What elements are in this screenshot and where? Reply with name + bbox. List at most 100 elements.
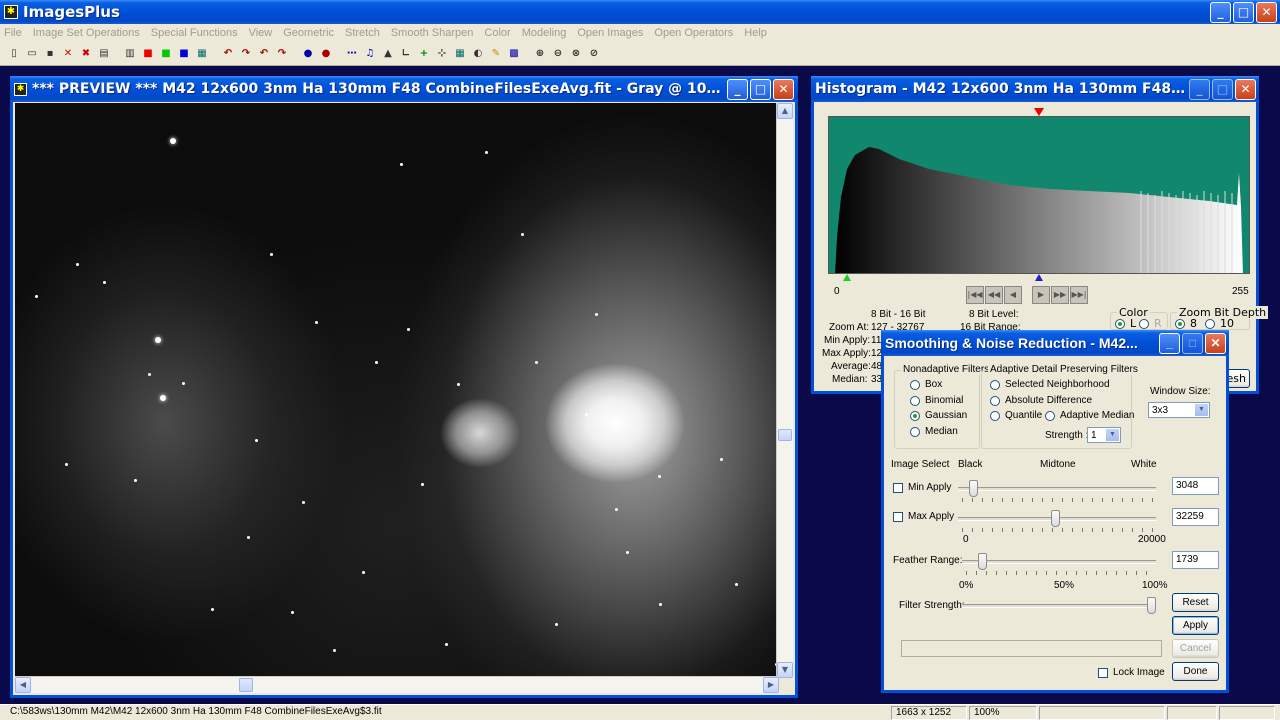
zoom-out-icon[interactable]: ⊖ [550, 46, 566, 62]
maximize-icon[interactable]: □ [1182, 332, 1203, 354]
redo-all-icon[interactable]: ↷ [274, 46, 290, 62]
minimize-icon[interactable]: _ [727, 78, 748, 100]
strength-select[interactable]: 1 ▼ [1087, 427, 1121, 443]
max-apply-slider[interactable] [1050, 510, 1060, 527]
dots-icon[interactable]: ⋯ [344, 46, 360, 62]
chevron-down-icon[interactable]: ▼ [1106, 429, 1119, 441]
black-point-marker-icon[interactable] [843, 274, 851, 281]
menu-open-operators[interactable]: Open Operators [654, 27, 733, 39]
adaptive-median-radio[interactable]: Adaptive Median [1045, 410, 1135, 421]
crosshair-icon[interactable]: + [416, 46, 432, 62]
step-forward-icon[interactable]: ▶ [1032, 286, 1050, 304]
app-titlebar[interactable]: ✱ ImagesPlus _ □ ✕ [0, 0, 1280, 24]
last-icon[interactable]: ▶▶| [1070, 286, 1088, 304]
window-size-select[interactable]: 3x3 ▼ [1148, 402, 1210, 418]
save-icon[interactable]: ▪ [42, 46, 58, 62]
undo-all-icon[interactable]: ↶ [256, 46, 272, 62]
green-channel-icon[interactable]: ■ [158, 46, 174, 62]
gray-icon[interactable]: ▦ [194, 46, 210, 62]
maximize-icon[interactable]: □ [1233, 1, 1254, 23]
axis-icon[interactable]: ∟ [398, 46, 414, 62]
smoothing-dialog[interactable]: Smoothing & Noise Reduction - M42... _ □… [881, 330, 1229, 693]
color-r-radio[interactable]: R [1139, 317, 1162, 330]
scroll-down-icon[interactable]: ▼ [777, 662, 793, 678]
zoom-8-radio[interactable]: 8 [1175, 317, 1197, 330]
menu-file[interactable]: File [4, 27, 22, 39]
close-image-icon[interactable]: ✕ [60, 46, 76, 62]
scroll-left-icon[interactable]: ◀ [15, 677, 31, 693]
pencil-icon[interactable]: ✎ [488, 46, 504, 62]
smoothing-titlebar[interactable]: Smoothing & Noise Reduction - M42... _ □… [881, 330, 1229, 356]
rewind-icon[interactable]: ◀◀ [985, 286, 1003, 304]
menu-special-functions[interactable]: Special Functions [151, 27, 238, 39]
vertical-scrollbar[interactable]: ▲ ▼ [776, 103, 793, 678]
point-alt-icon[interactable]: ● [318, 46, 334, 62]
first-icon[interactable]: |◀◀ [966, 286, 984, 304]
menu-geometric[interactable]: Geometric [283, 27, 334, 39]
fast-forward-icon[interactable]: ▶▶ [1051, 286, 1069, 304]
close-icon[interactable]: ✕ [1235, 78, 1256, 100]
red-channel-icon[interactable]: ■ [140, 46, 156, 62]
menu-smooth-sharpen[interactable]: Smooth Sharpen [391, 27, 474, 39]
min-apply-slider[interactable] [969, 480, 979, 497]
menu-stretch[interactable]: Stretch [345, 27, 380, 39]
quantile-radio[interactable]: Quantile [990, 410, 1042, 421]
preview-titlebar[interactable]: ✱ *** PREVIEW *** M42 12x600 3nm Ha 130m… [10, 76, 798, 102]
horizontal-scrollbar[interactable]: ◀ ▶ [15, 676, 779, 693]
done-button[interactable]: Done [1172, 662, 1219, 681]
max-apply-checkbox[interactable]: Max Apply [893, 511, 954, 522]
apply-button[interactable]: Apply [1172, 616, 1219, 635]
matrix-icon[interactable]: ▩ [506, 46, 522, 62]
zoom-10-radio[interactable]: 10 [1205, 317, 1234, 330]
print-icon[interactable]: ▤ [96, 46, 112, 62]
minimize-icon[interactable]: _ [1210, 1, 1231, 23]
absolute-difference-radio[interactable]: Absolute Difference [990, 395, 1092, 406]
vertical-scroll-thumb[interactable] [778, 429, 792, 441]
new-icon[interactable]: ▯ [6, 46, 22, 62]
preview-window[interactable]: ✱ *** PREVIEW *** M42 12x600 3nm Ha 130m… [10, 76, 798, 698]
notes-icon[interactable]: ♫ [362, 46, 378, 62]
palette-icon[interactable]: ◐ [470, 46, 486, 62]
chevron-down-icon[interactable]: ▼ [1195, 404, 1208, 416]
minimize-icon[interactable]: _ [1159, 332, 1180, 354]
open-icon[interactable]: ▭ [24, 46, 40, 62]
color-l-radio[interactable]: L [1115, 317, 1136, 330]
histogram-titlebar[interactable]: Histogram - M42 12x600 3nm Ha 130mm F48 … [811, 76, 1259, 102]
horizontal-scroll-thumb[interactable] [239, 678, 253, 692]
step-back-icon[interactable]: ◀ [1004, 286, 1022, 304]
rgb-icon[interactable]: ▥ [122, 46, 138, 62]
zoom-actual-icon[interactable]: ⊘ [586, 46, 602, 62]
delete-icon[interactable]: ✖ [78, 46, 94, 62]
selected-neighborhood-radio[interactable]: Selected Neighborhood [990, 379, 1110, 390]
feather-slider[interactable] [978, 553, 988, 570]
white-point-marker-icon[interactable] [1035, 274, 1043, 281]
close-icon[interactable]: ✕ [1205, 332, 1226, 354]
maximize-icon[interactable]: □ [1212, 78, 1233, 100]
midpoint-marker-icon[interactable] [1034, 108, 1044, 116]
histogram-plot[interactable] [828, 116, 1250, 274]
zoom-in-icon[interactable]: ⊕ [532, 46, 548, 62]
lock-image-checkbox[interactable]: Lock Image [1098, 667, 1165, 678]
menu-open-images[interactable]: Open Images [577, 27, 643, 39]
menu-view[interactable]: View [249, 27, 273, 39]
menu-color[interactable]: Color [484, 27, 510, 39]
min-apply-value[interactable]: 3048 [1172, 477, 1219, 495]
cancel-button[interactable]: Cancel [1172, 639, 1219, 658]
scroll-up-icon[interactable]: ▲ [777, 103, 793, 119]
point-icon[interactable]: ● [300, 46, 316, 62]
nebula-image[interactable] [15, 103, 779, 678]
menu-modeling[interactable]: Modeling [522, 27, 567, 39]
gaussian-radio[interactable]: Gaussian [910, 410, 967, 421]
close-icon[interactable]: ✕ [1256, 1, 1277, 23]
close-icon[interactable]: ✕ [773, 78, 794, 100]
blue-channel-icon[interactable]: ■ [176, 46, 192, 62]
triangle-icon[interactable]: ▲ [380, 46, 396, 62]
minimize-icon[interactable]: _ [1189, 78, 1210, 100]
menu-image-set-operations[interactable]: Image Set Operations [33, 27, 140, 39]
zoom-fit-icon[interactable]: ⊗ [568, 46, 584, 62]
feather-value[interactable]: 1739 [1172, 551, 1219, 569]
undo-icon[interactable]: ↶ [220, 46, 236, 62]
binomial-radio[interactable]: Binomial [910, 395, 963, 406]
menu-help[interactable]: Help [744, 27, 767, 39]
maximize-icon[interactable]: □ [750, 78, 771, 100]
